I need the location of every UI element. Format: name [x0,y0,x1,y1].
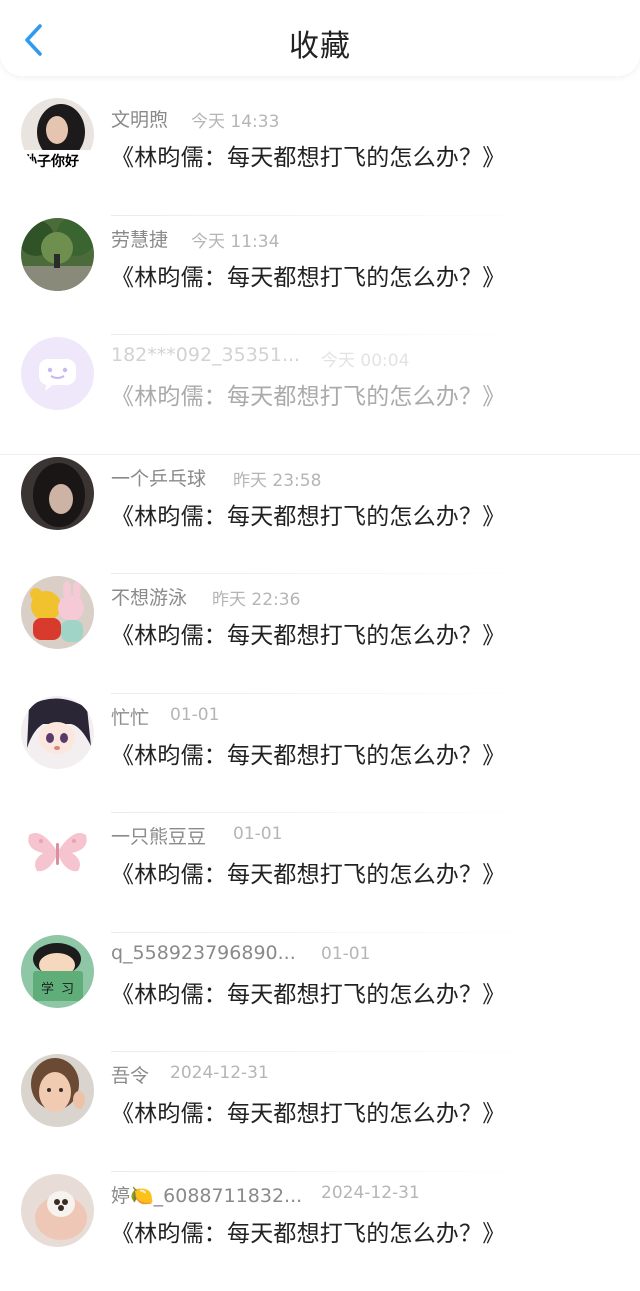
woman-portrait-avatar[interactable]: 孙子你好 [21,98,94,171]
list-item[interactable]: 不想游泳 昨天 22:36 《林昀儒：每天都想打飞的怎么办？》 [0,574,640,694]
sender-name: 182***092_35351... [111,344,300,366]
message-time: 昨天 23:58 [233,466,321,491]
sender-name: 忙忙 [111,703,149,730]
message-time: 今天 14:33 [191,107,279,132]
anime-girl-avatar[interactable] [21,696,94,769]
message-time: 01-01 [170,705,219,725]
list-item[interactable]: 学 习 q_558923796890... 01-01 《林昀儒：每天都想打飞的… [0,933,640,1053]
cat-paw-avatar[interactable] [21,1174,94,1247]
message-content: 《林昀儒：每天都想打飞的怎么办？》 [111,975,505,1009]
sender-name: 文明煦 [111,105,168,132]
message-content: 《林昀儒：每天都想打飞的怎么办？》 [111,138,505,172]
message-time: 今天 00:04 [321,346,409,371]
sender-name: 吾令 [111,1061,149,1088]
list-item[interactable]: 忙忙 01-01 《林昀儒：每天都想打飞的怎么办？》 [0,694,640,814]
list-item[interactable]: 孙子你好 文明煦 今天 14:33 《林昀儒：每天都想打飞的怎么办？》 [0,96,640,216]
pink-butterfly-avatar[interactable] [21,815,94,888]
sender-name: 一个乒乓球 [111,464,206,491]
message-time: 2024-12-31 [321,1183,420,1203]
list-item[interactable]: 婷🍋_6088711832... 2024-12-31 《林昀儒：每天都想打飞的… [0,1172,640,1291]
message-content: 《林昀儒：每天都想打飞的怎么办？》 [111,258,505,292]
message-content: 《林昀儒：每天都想打飞的怎么办？》 [111,377,505,411]
cartoon-boy-book-avatar[interactable]: 学 习 [21,935,94,1008]
child-portrait-avatar[interactable] [21,1054,94,1127]
dark-portrait-avatar[interactable] [21,457,94,530]
message-content: 《林昀儒：每天都想打飞的怎么办？》 [111,736,505,770]
list-item[interactable]: 一只熊豆豆 01-01 《林昀儒：每天都想打飞的怎么办？》 [0,813,640,933]
svg-text:孙子你好: 孙子你好 [23,153,79,170]
sender-name: q_558923796890... [111,942,296,964]
list-item[interactable]: 吾令 2024-12-31 《林昀儒：每天都想打飞的怎么办？》 [0,1052,640,1172]
message-time: 昨天 22:36 [212,585,300,610]
message-content: 《林昀儒：每天都想打飞的怎么办？》 [111,616,505,650]
forest-landscape-avatar[interactable] [21,218,94,291]
message-content: 《林昀儒：每天都想打飞的怎么办？》 [111,1094,505,1128]
svg-text:习: 习 [61,982,74,997]
sender-name: 劳慧捷 [111,225,168,252]
favorites-list: 孙子你好 文明煦 今天 14:33 《林昀儒：每天都想打飞的怎么办？》 劳慧捷 … [0,96,640,1291]
message-time: 今天 11:34 [191,227,279,252]
list-item[interactable]: 182***092_35351... 今天 00:04 《林昀儒：每天都想打飞的… [0,335,640,455]
message-time: 01-01 [321,944,370,964]
sender-name: 不想游泳 [111,583,187,610]
message-content: 《林昀儒：每天都想打飞的怎么办？》 [111,855,505,889]
plush-toys-avatar[interactable] [21,576,94,649]
top-bar: 收藏 [0,0,640,76]
message-content: 《林昀儒：每天都想打飞的怎么办？》 [111,1214,505,1248]
list-item[interactable]: 劳慧捷 今天 11:34 《林昀儒：每天都想打飞的怎么办？》 [0,216,640,336]
sender-name: 一只熊豆豆 [111,822,206,849]
message-time: 01-01 [233,824,282,844]
page-title: 收藏 [0,21,640,65]
sender-name: 婷🍋_6088711832... [111,1181,302,1208]
default-chat-bubble-avatar[interactable] [21,337,94,410]
list-item[interactable]: 一个乒乓球 昨天 23:58 《林昀儒：每天都想打飞的怎么办？》 [0,455,640,575]
svg-text:学: 学 [41,981,54,997]
message-content: 《林昀儒：每天都想打飞的怎么办？》 [111,497,505,531]
message-time: 2024-12-31 [170,1063,269,1083]
